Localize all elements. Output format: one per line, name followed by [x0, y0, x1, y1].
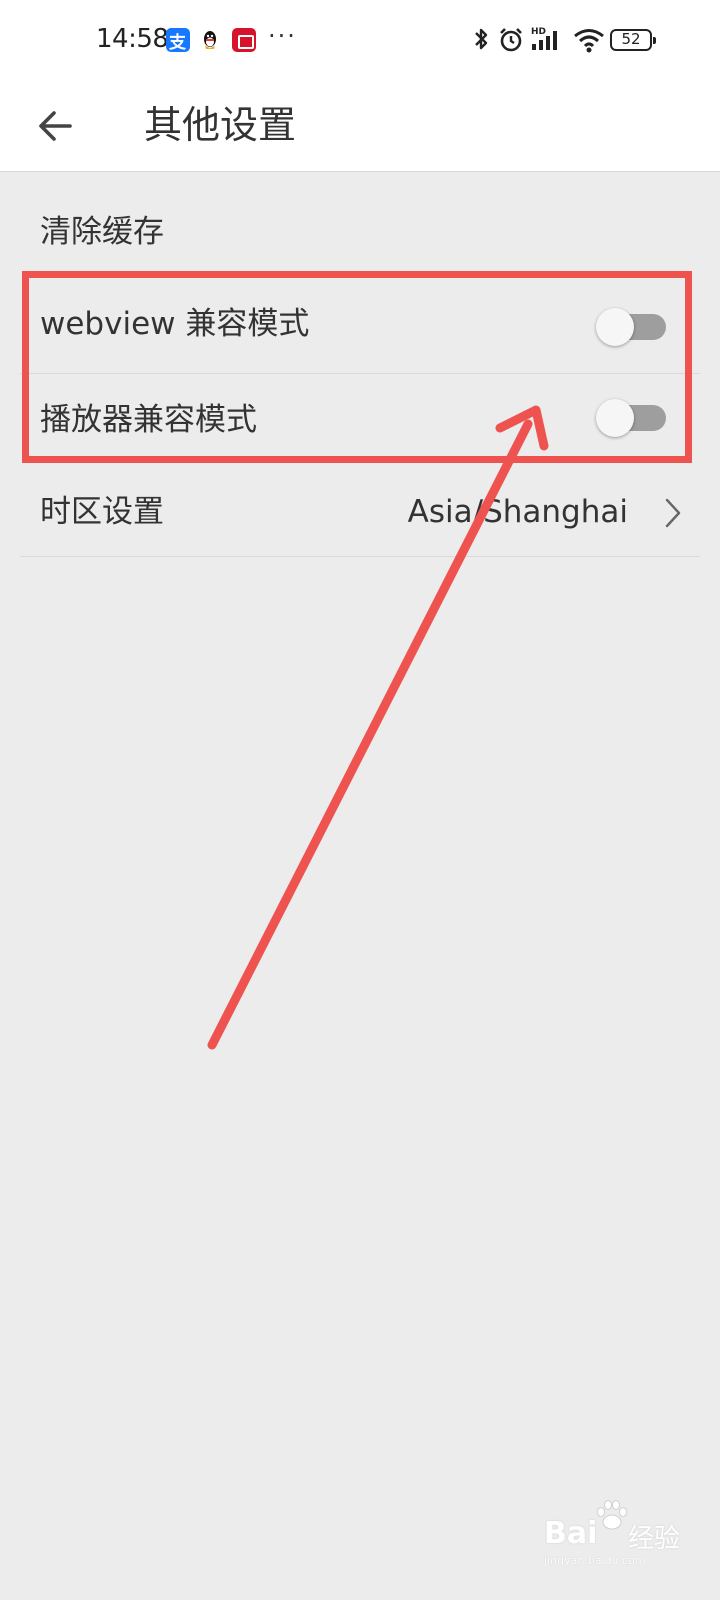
paw-icon	[597, 1500, 627, 1530]
watermark-url: jingyan.baidu.com	[544, 1554, 646, 1567]
watermark-brand-cn: 经验	[628, 1524, 681, 1554]
watermark-brand: Bai	[544, 1516, 598, 1551]
baidu-jingyan-watermark: Bai 经验 jingyan.baidu.com	[544, 1498, 694, 1568]
arrow-annotation	[207, 405, 549, 1050]
